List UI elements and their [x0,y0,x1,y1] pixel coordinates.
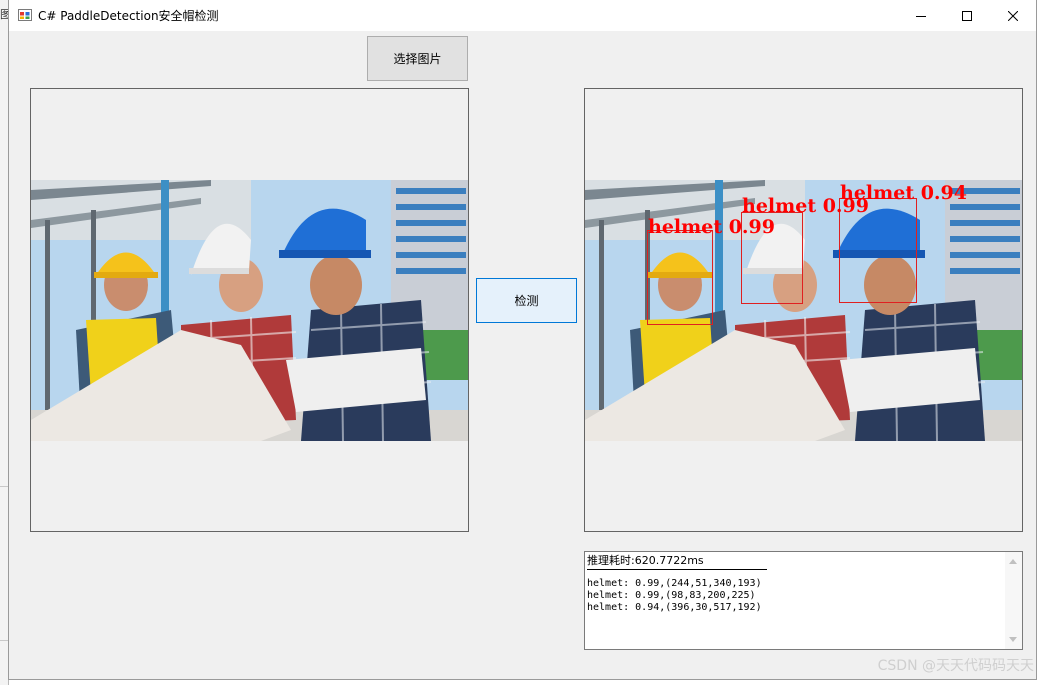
detection-label: helmet 0.94 [840,182,967,204]
input-image-box [30,88,469,532]
result-image-box: helmet 0.99 helmet 0.99 helmet 0.94 [584,88,1023,532]
input-photo [31,180,468,441]
detection-box [647,230,713,325]
app-window: C# PaddleDetection安全帽检测 选择图片 检测 helmet 0… [8,0,1037,680]
result-textbox[interactable]: 推理耗时:620.7722ms helmet: 0.99,(244,51,340… [584,551,1023,650]
vertical-scrollbar[interactable] [1005,552,1022,649]
maximize-button[interactable] [944,0,990,31]
app-icon [18,9,32,21]
title-bar[interactable]: C# PaddleDetection安全帽检测 [9,0,1036,31]
watermark: CSDN @天天代码码天天 [877,658,1034,674]
separator-line [587,569,767,570]
close-button[interactable] [990,0,1036,31]
scroll-up-icon[interactable] [1009,559,1017,564]
inference-time-text: 推理耗时:620.7722ms [587,554,704,567]
window-title: C# PaddleDetection安全帽检测 [38,9,219,23]
minimize-button[interactable] [898,0,944,31]
result-line: helmet: 0.99,(98,83,200,225) [587,590,756,601]
result-line: helmet: 0.99,(244,51,340,193) [587,578,762,589]
maximize-icon [962,10,972,21]
select-image-button[interactable]: 选择图片 [367,36,468,81]
detect-button[interactable]: 检测 [476,278,577,323]
background-window-divider [0,640,8,641]
close-icon [1008,10,1018,21]
background-window-divider [0,486,8,487]
detection-label: helmet 0.99 [648,216,775,238]
scroll-down-icon[interactable] [1009,637,1017,642]
minimize-icon [916,15,926,17]
result-line: helmet: 0.94,(396,30,517,192) [587,602,762,613]
